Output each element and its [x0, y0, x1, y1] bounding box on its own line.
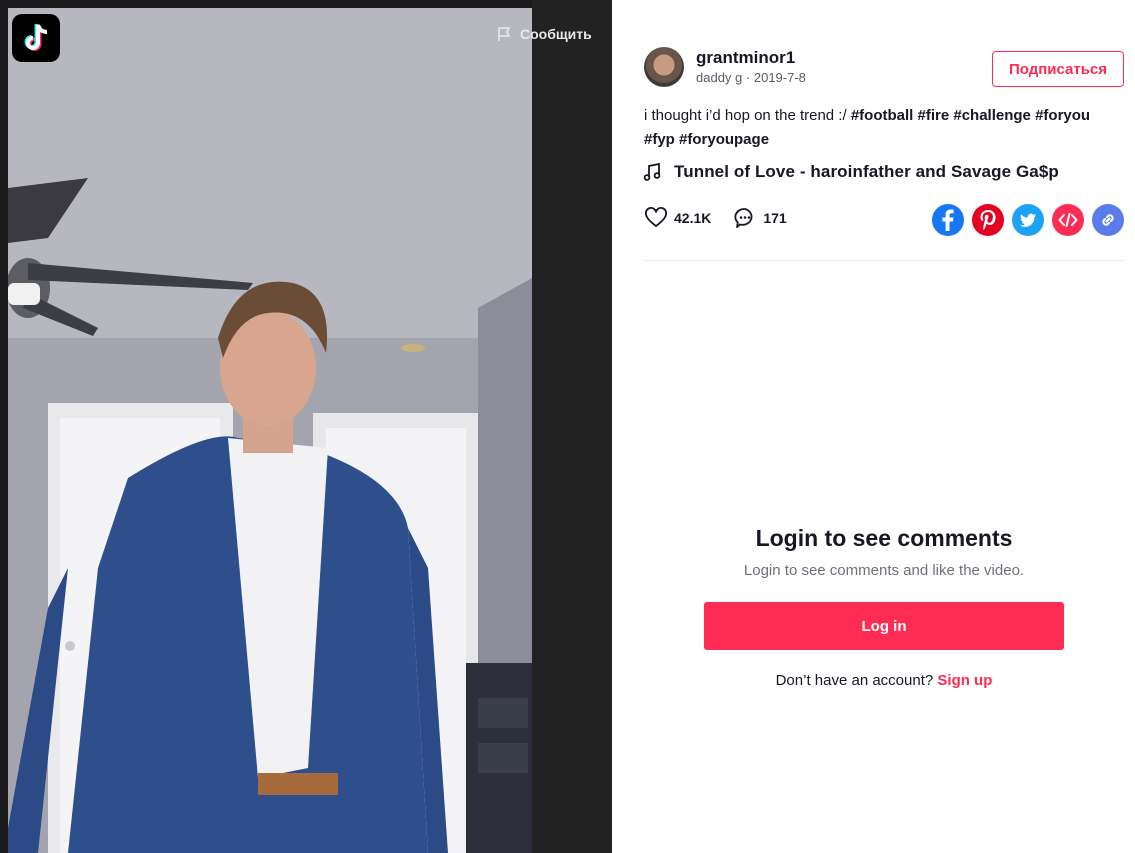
hashtag-link[interactable]: #foryou: [1035, 107, 1090, 124]
video-player[interactable]: [8, 8, 532, 853]
hashtag-link[interactable]: #foryoupage: [679, 131, 769, 148]
author-subline: daddy g · 2019-7-8: [696, 70, 806, 85]
tiktok-logo-icon[interactable]: [12, 14, 60, 62]
copy-link-button[interactable]: [1092, 204, 1124, 236]
music-note-icon: [643, 162, 661, 181]
comment-count: 171: [763, 210, 787, 226]
report-button[interactable]: Сообщить: [496, 26, 592, 42]
author-nickname: daddy g: [696, 70, 743, 85]
engagement-stats: 42.1K 171: [644, 206, 809, 230]
video-frame-image: [8, 8, 532, 853]
report-label: Сообщить: [520, 26, 592, 42]
hashtag-link[interactable]: #football: [851, 107, 914, 124]
facebook-icon: [942, 209, 954, 231]
follow-button[interactable]: Подписаться: [992, 51, 1124, 87]
hashtag-link[interactable]: #fire: [918, 107, 950, 124]
embed-icon: [1058, 213, 1078, 227]
twitter-icon: [1020, 213, 1036, 227]
video-info-panel: grantminor1 daddy g · 2019-7-8 Подписать…: [612, 0, 1135, 853]
author-username[interactable]: grantminor1: [696, 48, 795, 68]
embed-share-button[interactable]: [1052, 204, 1084, 236]
caption-text: i thought i’d hop on the trend :/: [644, 107, 847, 124]
video-panel: Сообщить: [0, 0, 612, 853]
hashtag-link[interactable]: #challenge: [953, 107, 1031, 124]
pinterest-icon: [980, 210, 996, 231]
facebook-share-button[interactable]: [932, 204, 964, 236]
twitter-share-button[interactable]: [1012, 204, 1044, 236]
comment-icon: [734, 208, 753, 228]
like-button[interactable]: 42.1K: [644, 206, 711, 230]
comment-button[interactable]: 171: [733, 206, 787, 230]
hashtag-link[interactable]: #fyp: [644, 131, 675, 148]
like-count: 42.1K: [674, 210, 712, 226]
flag-icon: [498, 27, 511, 41]
pinterest-share-button[interactable]: [972, 204, 1004, 236]
divider: [644, 260, 1124, 261]
video-backdrop: [532, 0, 612, 853]
link-icon: [1102, 214, 1114, 226]
post-date: 2019-7-8: [753, 70, 806, 85]
comments-login-subtitle: Login to see comments and like the video…: [743, 562, 1025, 579]
music-link[interactable]: Tunnel of Love - haroinfather and Savage…: [642, 162, 1059, 182]
signup-link[interactable]: Sign up: [937, 672, 992, 689]
video-caption: i thought i’d hop on the trend :/ #footb…: [644, 104, 1124, 152]
signup-prompt-line: Don’t have an account? Sign up: [612, 672, 1135, 689]
heart-icon: [645, 207, 667, 227]
avatar[interactable]: [644, 47, 684, 87]
author-separator: ·: [745, 70, 751, 85]
signup-prompt: Don’t have an account?: [775, 672, 934, 689]
share-buttons: [932, 204, 1124, 236]
music-title: Tunnel of Love - haroinfather and Savage…: [674, 162, 1059, 181]
login-button[interactable]: Log in: [704, 602, 1064, 650]
comments-login-title: Login to see comments: [755, 525, 1013, 551]
